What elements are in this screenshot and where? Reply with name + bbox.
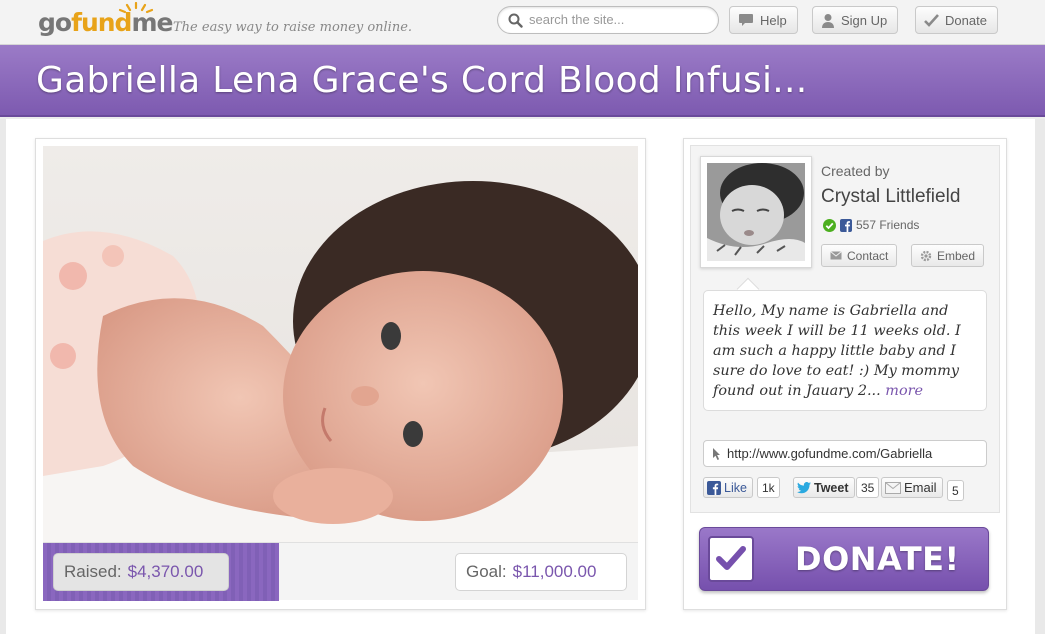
donate-button-label: DONATE! [795, 540, 960, 578]
email-share-button[interactable]: Email [881, 477, 943, 498]
donate-nav-label: Donate [945, 12, 987, 28]
goal-label: Goal: [466, 562, 507, 581]
donate-button[interactable]: DONATE! [699, 527, 989, 591]
creator-name[interactable]: Crystal Littlefield [821, 186, 960, 208]
help-label: Help [760, 12, 787, 28]
left-gutter [0, 119, 6, 634]
facebook-friends: 557 Friends [823, 218, 919, 232]
goal-value: $11,000.00 [512, 562, 597, 581]
avatar-photo-illustration [707, 163, 805, 261]
campaign-url-field[interactable]: http://www.gofundme.com/Gabriella [703, 440, 987, 467]
gear-icon [920, 250, 932, 261]
like-count: 1k [757, 477, 780, 498]
goal-amount: Goal: $11,000.00 [455, 553, 627, 591]
envelope-icon [830, 251, 842, 260]
checkmark-icon [924, 13, 939, 27]
search-input[interactable] [529, 12, 709, 27]
sun-icon [118, 2, 154, 14]
created-by-label: Created by [821, 163, 890, 179]
email-count: 5 [947, 480, 964, 501]
creator-avatar[interactable] [707, 163, 805, 261]
envelope-icon [885, 481, 901, 494]
search-icon [508, 13, 523, 28]
cursor-icon [713, 447, 720, 460]
help-button[interactable]: Help [729, 6, 798, 34]
read-more-link[interactable]: more [885, 383, 923, 399]
raised-value: $4,370.00 [127, 562, 204, 581]
email-label: Email [904, 480, 937, 495]
facebook-icon [840, 218, 852, 232]
raised-label: Raised: [64, 562, 122, 581]
speech-bubble-icon [739, 14, 753, 26]
tweet-label: Tweet [814, 480, 849, 495]
facebook-like-button[interactable]: Like [703, 477, 753, 498]
campaign-photo[interactable] [43, 146, 638, 542]
right-gutter [1035, 119, 1045, 634]
logo-text-go: go [38, 8, 72, 37]
story-excerpt: Hello, My name is Gabriella and this wee… [703, 290, 987, 411]
story-text: Hello, My name is Gabriella and this wee… [713, 303, 961, 399]
donate-nav-button[interactable]: Donate [915, 6, 998, 34]
title-band: Gabriella Lena Grace's Cord Blood Infusi… [0, 45, 1045, 117]
tweet-button[interactable]: Tweet [793, 477, 855, 498]
checkmark-icon [716, 546, 746, 570]
sign-up-button[interactable]: Sign Up [812, 6, 899, 34]
donate-check-box [708, 536, 754, 582]
baby-photo-illustration [43, 146, 638, 542]
raised-amount: Raised: $4,370.00 [53, 553, 229, 591]
top-bar: gofundme The easy way to raise money onl… [0, 0, 1045, 45]
verified-check-icon [823, 218, 836, 232]
contact-label: Contact [847, 248, 889, 263]
embed-label: Embed [937, 248, 976, 263]
sign-up-label: Sign Up [841, 12, 888, 28]
gofundme-logo[interactable]: gofundme [38, 2, 173, 37]
tweet-count: 35 [856, 477, 880, 498]
campaign-url: http://www.gofundme.com/Gabriella [727, 446, 933, 461]
tagline: The easy way to raise money online. [173, 20, 413, 35]
search-box[interactable] [497, 6, 719, 34]
friends-count: 557 Friends [856, 218, 920, 232]
user-icon [822, 13, 834, 28]
twitter-bird-icon [797, 481, 811, 493]
campaign-title: Gabriella Lena Grace's Cord Blood Infusi… [36, 60, 808, 101]
facebook-icon [707, 480, 721, 495]
embed-button[interactable]: Embed [911, 244, 985, 267]
like-label: Like [724, 480, 747, 495]
contact-button[interactable]: Contact [821, 244, 898, 267]
